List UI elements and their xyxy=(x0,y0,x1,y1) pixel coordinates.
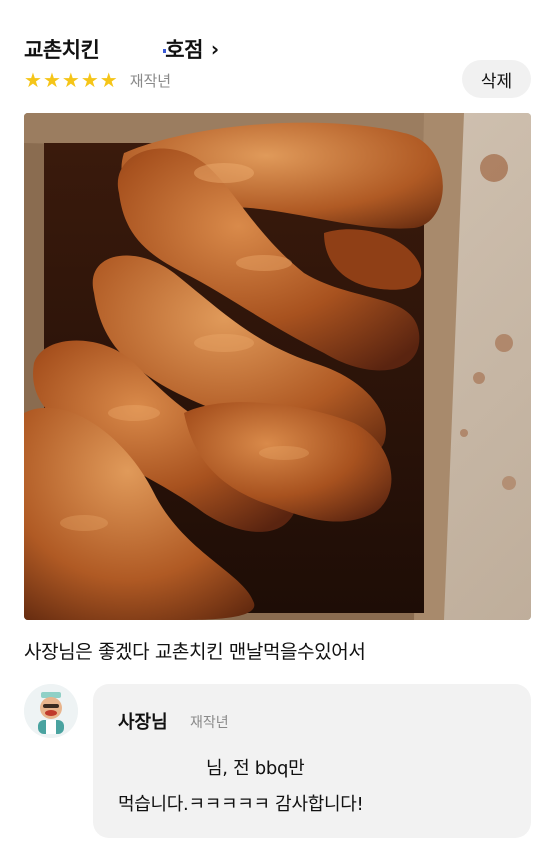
chef-character-icon xyxy=(24,684,78,738)
star-icon: ★ xyxy=(99,68,118,92)
chevron-right-icon: › xyxy=(210,37,219,61)
reply-author: 사장님 xyxy=(118,712,168,733)
redacted-branch-name xyxy=(99,39,167,59)
star-icon: ★ xyxy=(80,68,99,92)
reply-text-line1: 님, 전 bbq만 xyxy=(206,758,305,779)
owner-avatar xyxy=(24,684,78,738)
star-icon: ★ xyxy=(61,68,80,92)
delete-button[interactable]: 삭제 xyxy=(462,60,531,98)
review-text: 사장님은 좋겠다 교촌치킨 맨날먹을수있어서 xyxy=(24,641,366,663)
star-rating: ★ ★ ★ ★ ★ xyxy=(24,70,118,90)
review-photo[interactable] xyxy=(24,113,531,620)
star-icon: ★ xyxy=(42,68,61,92)
store-name-suffix: 호점 xyxy=(165,38,203,62)
owner-reply-bubble: 사장님 재작년 님, 전 bbq만 먹습니다.ㅋㅋㅋㅋㅋ 감사합니다! xyxy=(93,684,531,838)
star-icon: ★ xyxy=(24,68,42,92)
reply-time: 재작년 xyxy=(190,715,229,731)
fried-chicken-photo xyxy=(24,113,531,620)
reply-text-line2: 먹습니다.ㅋㅋㅋㅋㅋ 감사합니다! xyxy=(118,794,364,815)
store-name-link[interactable]: 교촌치킨 호점 › xyxy=(24,34,219,64)
store-name-prefix: 교촌치킨 xyxy=(24,38,100,62)
rating-row: ★ ★ ★ ★ ★ 재작년 xyxy=(24,67,171,93)
review-time: 재작년 xyxy=(129,71,172,90)
